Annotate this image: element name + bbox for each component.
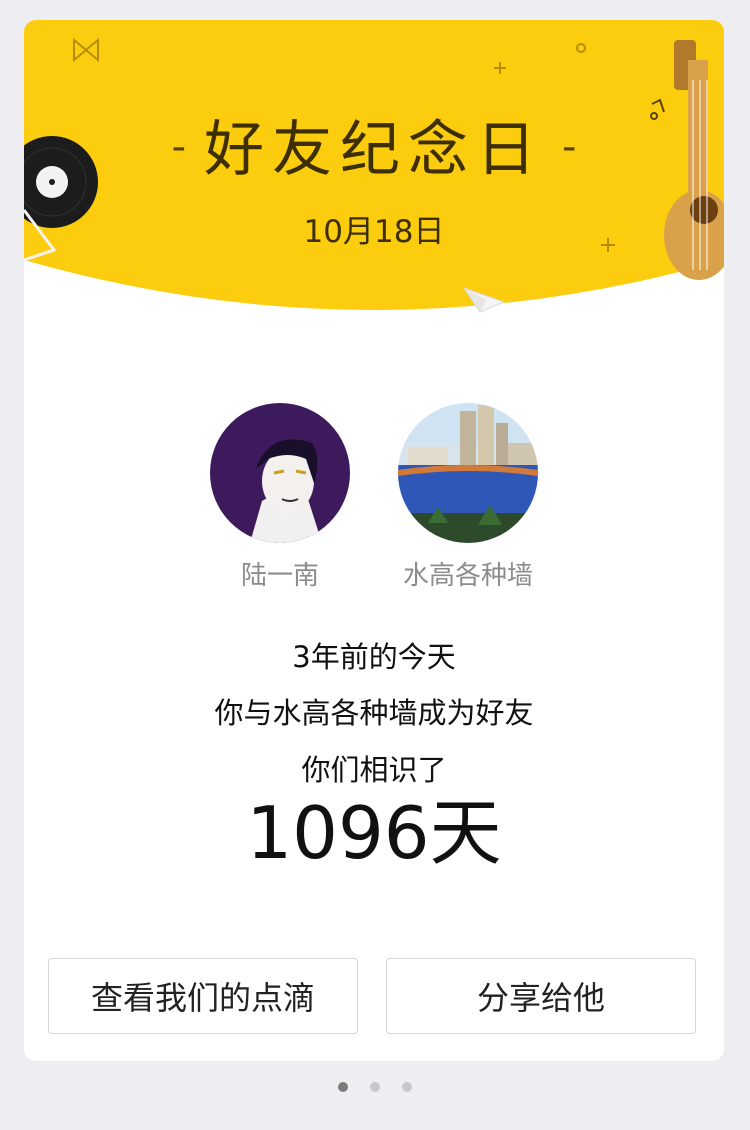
paper-plane-icon bbox=[462, 287, 506, 313]
page-title: - 好友纪念日 - bbox=[24, 120, 724, 180]
known-each-other-text: 你们相识了 bbox=[301, 753, 447, 787]
became-friends-text: 你与水高各种墙成为好友 bbox=[214, 696, 534, 730]
title-text: 好友纪念日 bbox=[204, 115, 544, 185]
years-ago-text: 3年前的今天 bbox=[292, 640, 456, 674]
page-dot-1[interactable] bbox=[338, 1082, 348, 1092]
page-indicator bbox=[0, 1082, 750, 1092]
avatar-friend-1[interactable] bbox=[210, 403, 350, 543]
view-moments-button[interactable]: 查看我们的点滴 bbox=[48, 958, 358, 1034]
share-button[interactable]: 分享给他 bbox=[386, 958, 696, 1034]
anniversary-card: - 好友纪念日 - 10月18日 陆一南 水高各种墙 3年前的今天 你与水高各种… bbox=[24, 20, 724, 1061]
page-dot-2[interactable] bbox=[370, 1082, 380, 1092]
avatar-friend-2[interactable] bbox=[398, 403, 538, 543]
title-dash-right: - bbox=[562, 124, 577, 170]
anniversary-date: 10月18日 bbox=[303, 214, 445, 250]
days-count: 1096天 bbox=[246, 791, 502, 875]
friend-name-1: 陆一南 bbox=[240, 561, 319, 591]
page-dot-3[interactable] bbox=[402, 1082, 412, 1092]
friend-name-2: 水高各种墙 bbox=[402, 561, 533, 591]
title-dash-left: - bbox=[171, 124, 186, 170]
